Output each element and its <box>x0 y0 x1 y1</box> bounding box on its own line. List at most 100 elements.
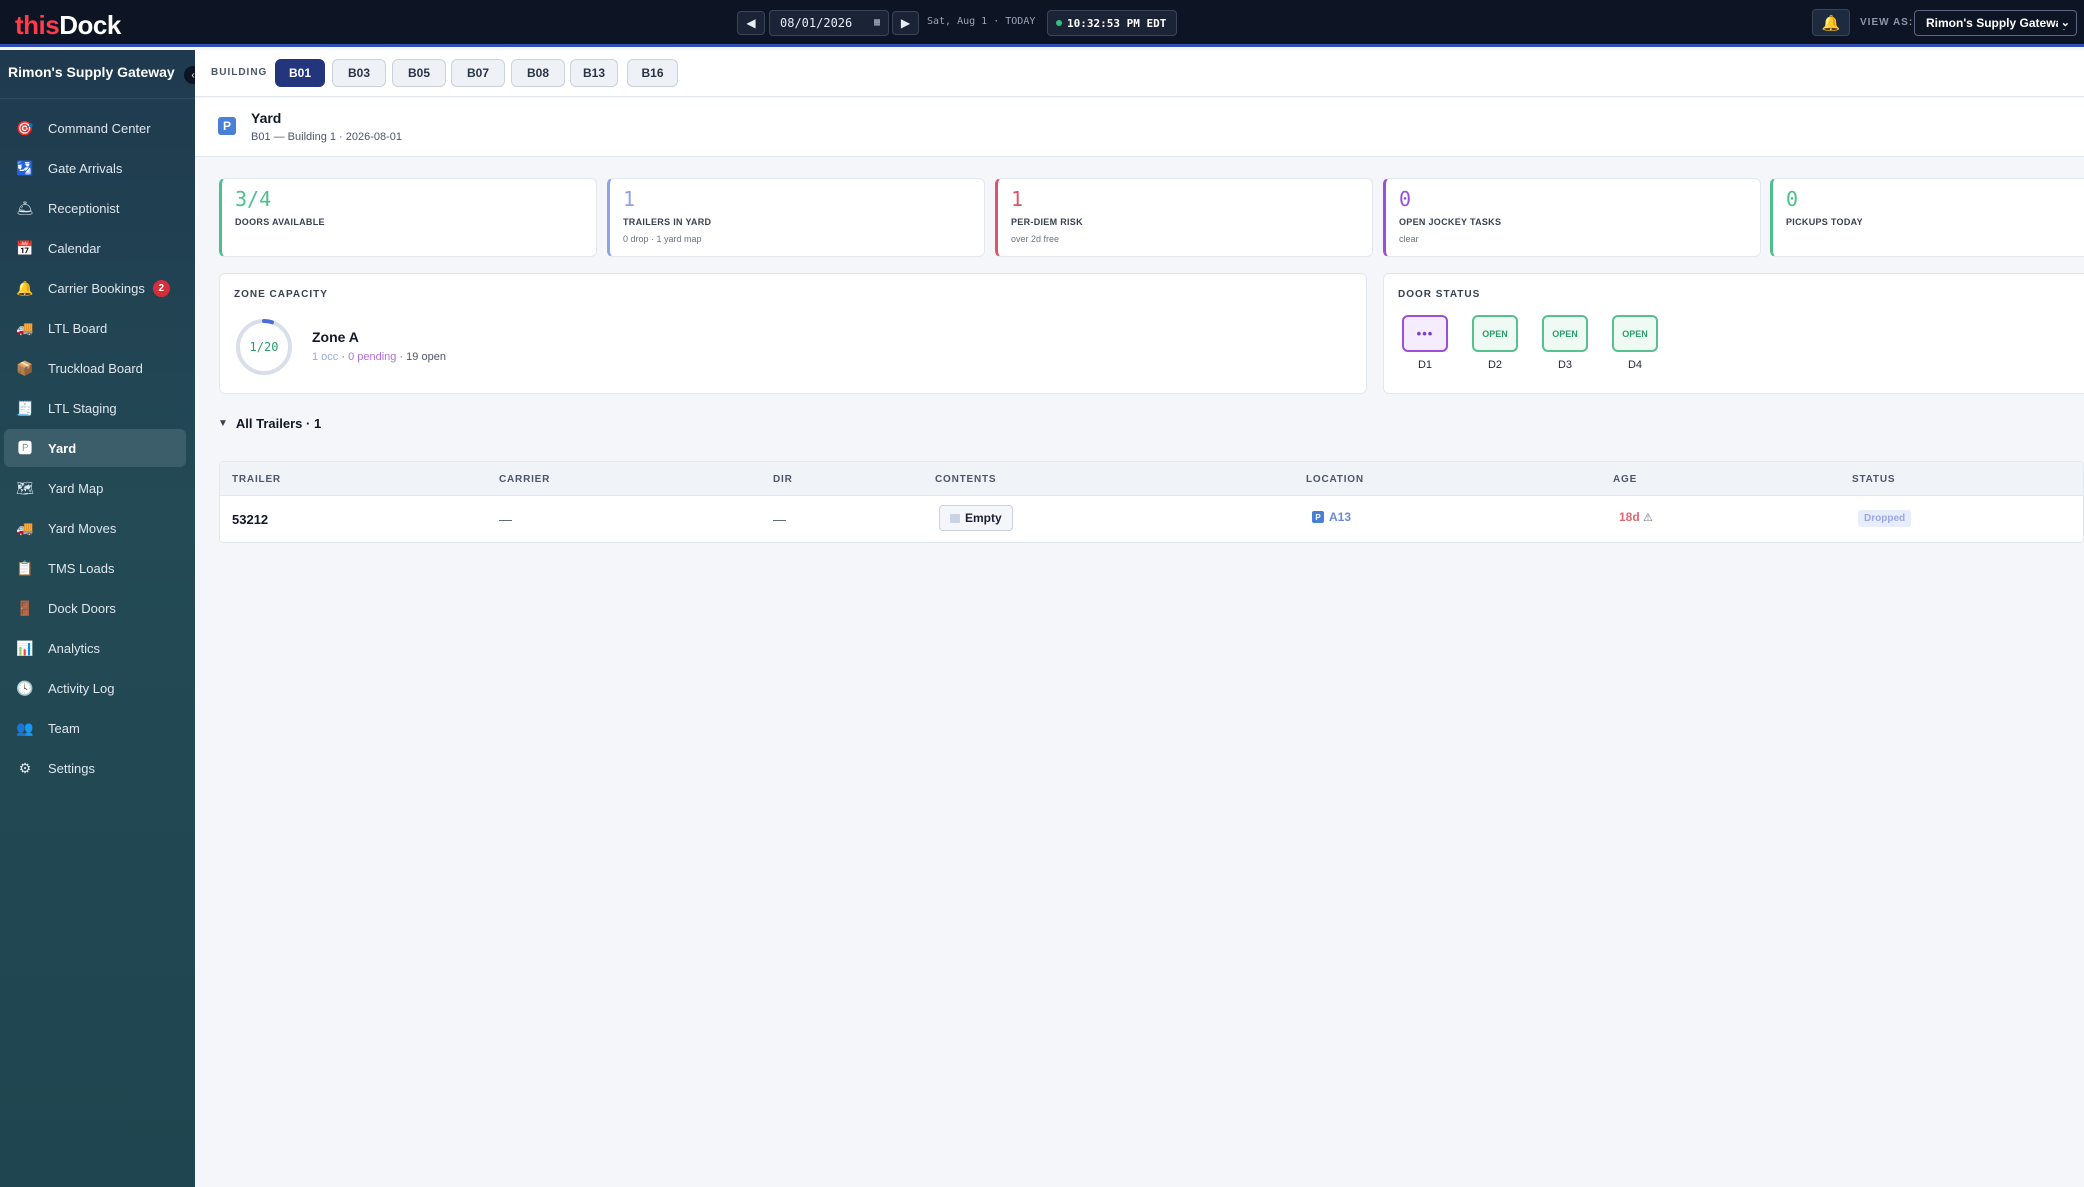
command-center-icon: 🎯 <box>16 119 34 136</box>
calendar-icon: 📅 <box>16 239 34 256</box>
stat-value: 0 <box>1399 187 1412 211</box>
calendar-icon[interactable]: ▦ <box>874 17 880 28</box>
sidebar-item-label: Team <box>48 720 80 736</box>
door-d2[interactable]: OPEN <box>1472 315 1518 352</box>
door-label: D4 <box>1627 359 1643 371</box>
gate-arrivals-icon: 🛂 <box>16 159 34 176</box>
sidebar-item-label: Yard Map <box>48 480 104 496</box>
all-trailers-toggle[interactable]: ▼ All Trailers · 1 <box>218 416 321 431</box>
date-value: 08/01/2026 <box>780 16 853 30</box>
prev-day-button[interactable]: ◀ <box>737 11 765 35</box>
view-as-label: VIEW AS: <box>1860 17 1914 28</box>
clock-time: 10:32:53 PM EDT <box>1067 16 1167 30</box>
building-tab-b03[interactable]: B03 <box>332 59 386 87</box>
stat-value: 1 <box>623 187 636 211</box>
col-trailer[interactable]: TRAILER <box>232 474 281 485</box>
ltl-staging-icon: 🧾 <box>16 399 34 416</box>
building-tab-b16[interactable]: B16 <box>627 59 678 87</box>
sidebar-item-label: Calendar <box>48 240 101 256</box>
analytics-icon: 📊 <box>16 639 34 656</box>
stat-value: 0 <box>1786 187 1799 211</box>
page-title: Yard <box>251 110 282 126</box>
col-location[interactable]: LOCATION <box>1306 474 1364 485</box>
team-icon: 👥 <box>16 719 34 736</box>
sidebar-item-gate-arrivals[interactable]: 🛂 Gate Arrivals <box>4 149 186 187</box>
building-tab-b01[interactable]: B01 <box>275 59 325 87</box>
sidebar-item-ltl-staging[interactable]: 🧾 LTL Staging <box>4 389 186 427</box>
sidebar-item-yard-map[interactable]: 🗺 Yard Map <box>4 469 186 507</box>
sidebar-item-analytics[interactable]: 📊 Analytics <box>4 629 186 667</box>
sidebar-item-ltl-board[interactable]: 🚚 LTL Board <box>4 309 186 347</box>
carrier-bookings-icon: 🔔 <box>16 279 34 296</box>
date-input[interactable]: 08/01/2026 ▦ <box>769 10 889 36</box>
sidebar-item-label: Gate Arrivals <box>48 160 123 176</box>
door-d3[interactable]: OPEN <box>1542 315 1588 352</box>
sidebar-item-label: TMS Loads <box>48 560 115 576</box>
zone-capacity-panel: ZONE CAPACITY 1/20 Zone A 1 occ · 0 pend… <box>219 273 1367 394</box>
sidebar-item-dock-doors[interactable]: 🚪 Dock Doors <box>4 589 186 627</box>
sidebar-item-label: Carrier Bookings <box>48 280 145 296</box>
col-contents[interactable]: CONTENTS <box>935 474 996 485</box>
stat-card-open-jockey-tasks[interactable]: 0 OPEN JOCKEY TASKS clear <box>1383 178 1761 257</box>
door-status-panel: DOOR STATUS ••• D1 OPEN D2 OPEN D3 OPEN D4 <box>1383 273 2084 394</box>
zone-name: Zone A <box>312 329 359 345</box>
stat-card-per-diem-risk[interactable]: 1 PER-DIEM RISK over 2d free <box>995 178 1373 257</box>
sidebar-item-calendar[interactable]: 📅 Calendar <box>4 229 186 267</box>
door-d4[interactable]: OPEN <box>1612 315 1658 352</box>
contents-chip[interactable]: Empty <box>939 505 1013 531</box>
sidebar-item-receptionist[interactable]: 🛎 Receptionist <box>4 189 186 227</box>
main-content: BUILDING B01 B03 B05 B07 B08 B13 B16 P Yard B0… <box>195 50 2084 1187</box>
col-status[interactable]: STATUS <box>1852 474 1895 485</box>
door-label: D2 <box>1487 359 1503 371</box>
sidebar-item-label: Settings <box>48 760 95 776</box>
sidebar-item-label: Yard Moves <box>48 520 117 536</box>
notifications-bell-icon[interactable]: 🔔 <box>1812 9 1850 36</box>
collapse-triangle-icon: ▼ <box>218 418 228 429</box>
status-badge: Dropped <box>1858 510 1912 527</box>
age-value: 18d <box>1619 510 1640 524</box>
ltl-board-icon: 🚚 <box>16 319 34 336</box>
building-tab-b13[interactable]: B13 <box>570 59 618 87</box>
sidebar-item-yard[interactable]: 🅿 Yard <box>4 429 186 467</box>
app-logo[interactable]: thisDock <box>15 10 121 41</box>
col-age[interactable]: AGE <box>1613 474 1637 485</box>
yard-icon: 🅿 <box>18 440 32 456</box>
col-dir[interactable]: DIR <box>773 474 793 485</box>
stat-card-doors-available[interactable]: 3/4 DOORS AVAILABLE <box>219 178 597 257</box>
sidebar-item-carrier-bookings[interactable]: 🔔 Carrier Bookings 2 <box>4 269 186 307</box>
logo-part-this: this <box>15 10 60 40</box>
stat-label: PICKUPS TODAY <box>1786 217 1863 227</box>
settings-icon: ⚙ <box>18 759 32 776</box>
door-d1[interactable]: ••• <box>1402 315 1448 352</box>
sidebar-item-team[interactable]: 👥 Team <box>4 709 186 747</box>
location-link[interactable]: P A13 <box>1312 510 1351 524</box>
cell-location: A13 <box>1329 510 1352 524</box>
stat-subtext: 0 drop · 1 yard map <box>623 234 702 244</box>
cell-trailer[interactable]: 53212 <box>232 512 268 527</box>
sidebar-item-activity-log[interactable]: 🕓 Activity Log <box>4 669 186 707</box>
building-tab-b08[interactable]: B08 <box>511 59 565 87</box>
zone-detail: 1 occ · 0 pending · 19 open <box>312 351 446 363</box>
sidebar-item-truckload-board[interactable]: 📦 Truckload Board <box>4 349 186 387</box>
stat-card-pickups-today[interactable]: 0 PICKUPS TODAY <box>1770 178 2084 257</box>
next-day-button[interactable]: ▶ <box>892 11 919 35</box>
sidebar-item-label: Analytics <box>48 640 101 656</box>
building-tab-b05[interactable]: B05 <box>392 59 446 87</box>
sidebar-item-settings[interactable]: ⚙ Settings <box>4 749 186 787</box>
sidebar-item-tms-loads[interactable]: 📋 TMS Loads <box>4 549 186 587</box>
zone-pending: 0 pending <box>348 351 397 363</box>
parking-icon: P <box>1312 511 1324 523</box>
view-as-select[interactable]: Rimon's Supply Gateway ⌄ <box>1914 10 2077 36</box>
col-carrier[interactable]: CARRIER <box>499 474 550 485</box>
page-subtitle: B01 — Building 1 · 2026-08-01 <box>251 131 403 143</box>
live-clock: 10:32:53 PM EDT <box>1047 10 1177 36</box>
live-dot-icon <box>1056 20 1062 26</box>
stat-value: 1 <box>1011 187 1024 211</box>
org-name: Rimon's Supply Gateway <box>8 64 175 80</box>
sidebar-item-label: Command Center <box>48 120 151 136</box>
all-trailers-title: All Trailers · 1 <box>235 416 322 431</box>
building-tab-b07[interactable]: B07 <box>451 59 505 87</box>
sidebar-item-command-center[interactable]: 🎯 Command Center <box>4 109 186 147</box>
sidebar-item-yard-moves[interactable]: 🚚 Yard Moves <box>4 509 186 547</box>
stat-card-trailers-in-yard[interactable]: 1 TRAILERS IN YARD 0 drop · 1 yard map <box>607 178 985 257</box>
